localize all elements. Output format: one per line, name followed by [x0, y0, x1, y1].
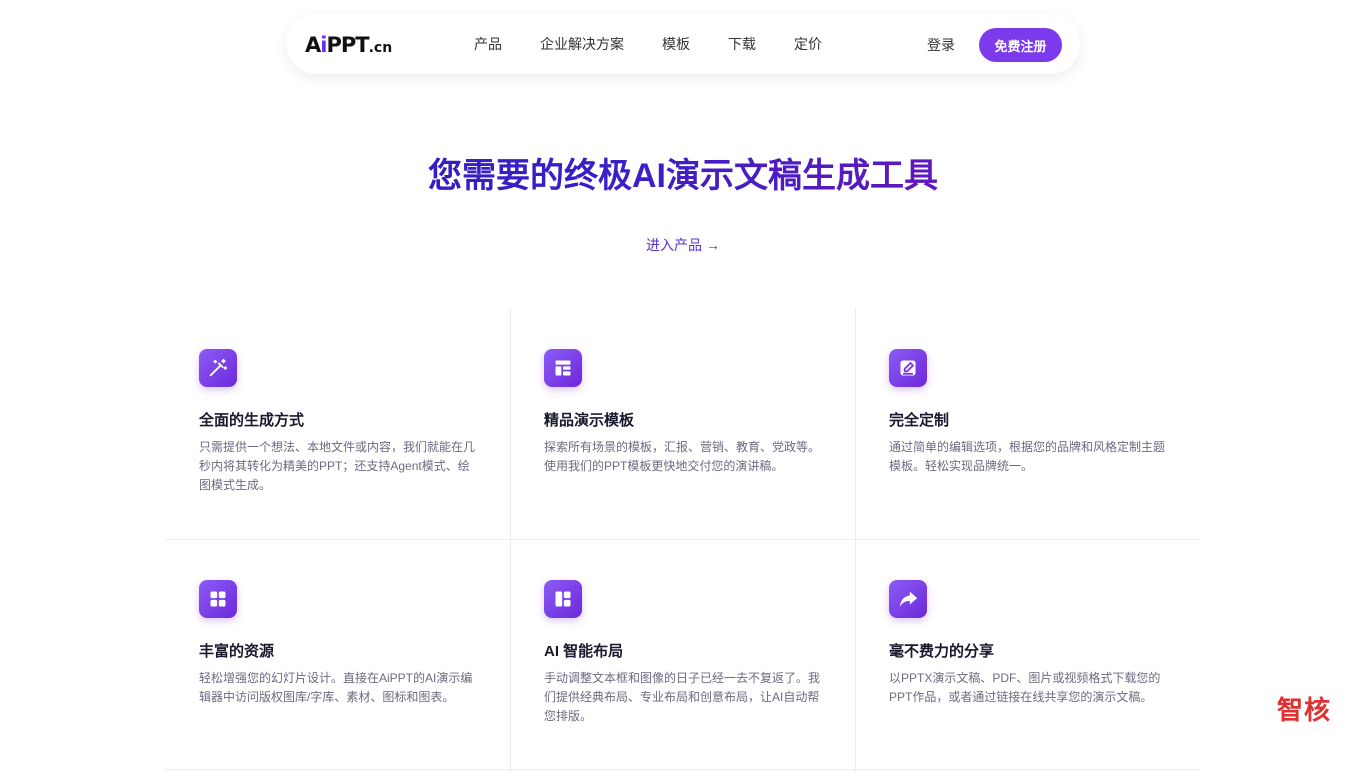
watermark-text: 智核 — [1277, 695, 1332, 725]
aippt-logo[interactable]: AiPPT.cn — [305, 32, 392, 61]
template-layout-icon — [544, 349, 582, 387]
features-grid: 全面的生成方式 只需提供一个想法、本地文件或内容，我们就能在几秒内将其转化为精美… — [165, 308, 1201, 772]
feature-description: 手动调整文本框和图像的日子已经一去不复返了。我们提供经典布局、专业布局和创意布局… — [544, 671, 821, 723]
feature-title: 全面的生成方式 — [199, 412, 305, 429]
feature-card-resources: 丰富的资源 轻松增强您的幻灯片设计。直接在AiPPT的AI演示编辑器中访问版权图… — [165, 539, 510, 769]
edit-icon — [889, 349, 927, 387]
feature-card-customization: 完全定制 通过简单的编辑选项，根据您的品牌和风格定制主题模板。轻松实现品牌统一。 — [855, 308, 1200, 538]
enter-product-label: 进入产品 — [646, 237, 702, 253]
feature-card-sharing: 毫不费力的分享 以PPTX演示文稿、PDF、图片或视频格式下载您的PPT作品，或… — [855, 539, 1200, 769]
feature-card-smart-layout: AI 智能布局 手动调整文本框和图像的日子已经一去不复返了。我们提供经典布局、专… — [510, 539, 855, 769]
feature-title: 完全定制 — [889, 412, 950, 429]
feature-card-generation: 全面的生成方式 只需提供一个想法、本地文件或内容，我们就能在几秒内将其转化为精美… — [165, 308, 510, 538]
feature-description: 轻松增强您的幻灯片设计。直接在AiPPT的AI演示编辑器中访问版权图库/字库、素… — [199, 671, 473, 704]
login-link[interactable]: 登录 — [927, 35, 955, 55]
share-icon — [889, 580, 927, 618]
arrow-right-icon: → — [706, 237, 720, 253]
feature-title: 毫不费力的分享 — [889, 643, 995, 660]
nav-link-enterprise[interactable]: 企业解决方案 — [540, 34, 624, 54]
feature-description: 探索所有场景的模板，汇报、营销、教育、党政等。使用我们的PPT模板更快地交付您的… — [544, 440, 821, 473]
magic-wand-icon — [199, 349, 237, 387]
nav-link-templates[interactable]: 模板 — [662, 34, 690, 54]
smart-layout-icon — [544, 580, 582, 618]
nav-link-products[interactable]: 产品 — [474, 34, 502, 54]
resources-grid-icon — [199, 580, 237, 618]
grid-divider — [165, 769, 1201, 770]
enter-product-link[interactable]: 进入产品 → — [0, 235, 1366, 255]
feature-title: AI 智能布局 — [544, 643, 624, 660]
top-navbar: AiPPT.cn 产品 企业解决方案 模板 下载 定价 登录 免费注册 — [286, 14, 1080, 74]
feature-description: 通过简单的编辑选项，根据您的品牌和风格定制主题模板。轻松实现品牌统一。 — [889, 440, 1166, 473]
feature-description: 只需提供一个想法、本地文件或内容，我们就能在几秒内将其转化为精美的PPT；还支持… — [199, 440, 476, 492]
feature-title: 丰富的资源 — [199, 643, 275, 660]
signup-button[interactable]: 免费注册 — [979, 28, 1062, 62]
nav-links: 产品 企业解决方案 模板 下载 定价 — [474, 14, 860, 74]
feature-card-templates: 精品演示模板 探索所有场景的模板，汇报、营销、教育、党政等。使用我们的PPT模板… — [510, 308, 855, 538]
nav-link-download[interactable]: 下载 — [728, 34, 756, 54]
hero-title: 您需要的终极AI演示文稿生成工具 — [0, 154, 1366, 198]
feature-description: 以PPTX演示文稿、PDF、图片或视频格式下载您的PPT作品，或者通过链接在线共… — [889, 671, 1161, 704]
feature-title: 精品演示模板 — [544, 412, 635, 429]
nav-link-pricing[interactable]: 定价 — [794, 34, 822, 54]
page: AiPPT.cn 产品 企业解决方案 模板 下载 定价 登录 免费注册 您需要的… — [0, 0, 1366, 772]
